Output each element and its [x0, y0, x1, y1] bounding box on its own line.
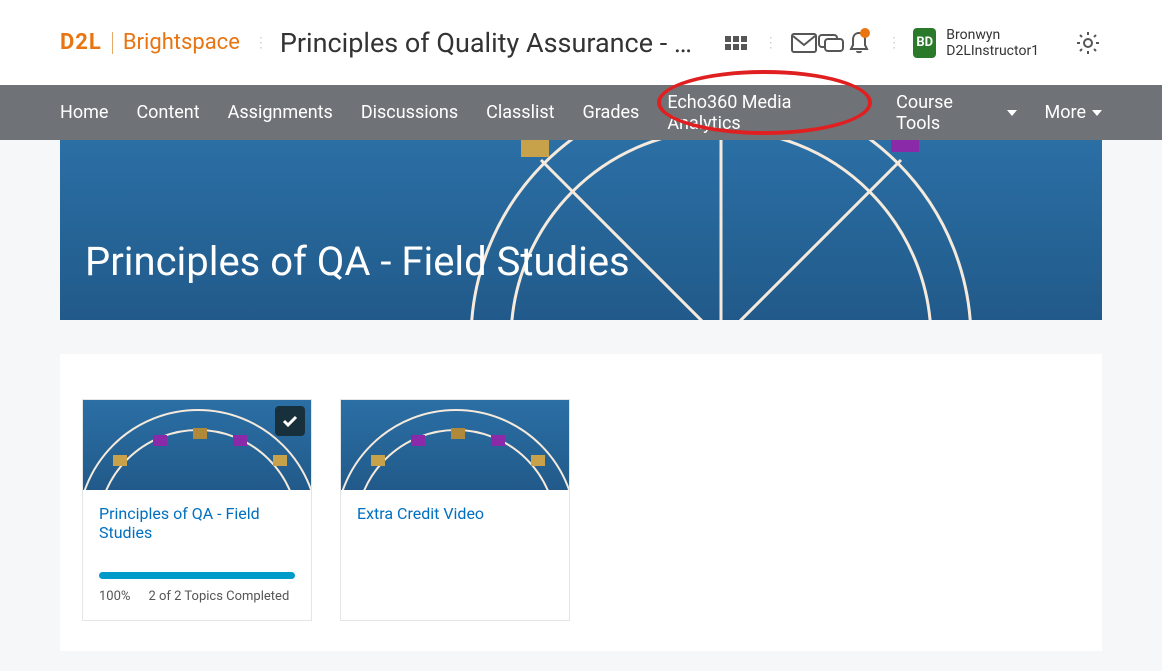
card-title-link[interactable]: Extra Credit Video	[357, 504, 553, 523]
separator-dots: ⋮	[887, 35, 899, 51]
progress-status: 2 of 2 Topics Completed	[148, 589, 289, 604]
d2l-wordmark: D2L	[60, 30, 102, 55]
chevron-down-icon	[1007, 110, 1017, 116]
nav-course-tools[interactable]: Course Tools	[896, 92, 1016, 134]
card-thumbnail	[83, 400, 311, 490]
notifications-icon[interactable]	[845, 25, 873, 61]
gear-icon[interactable]	[1074, 25, 1102, 61]
nav-label: Content	[136, 102, 199, 123]
progress-bar	[99, 572, 295, 579]
completed-badge	[275, 406, 305, 436]
nav-more[interactable]: More	[1045, 102, 1102, 123]
progress-percent: 100%	[99, 589, 130, 604]
brightspace-wordmark: Brightspace	[123, 30, 240, 55]
module-card[interactable]: Principles of QA - Field Studies 100% 2 …	[82, 399, 312, 621]
notification-badge	[860, 28, 870, 38]
avatar[interactable]: BD	[913, 28, 936, 58]
card-body: Extra Credit Video	[341, 490, 569, 620]
nav-label: Discussions	[361, 102, 458, 123]
brand-logo[interactable]: D2L Brightspace	[60, 30, 240, 55]
user-name[interactable]: Bronwyn D2LInstructor1	[946, 27, 1062, 59]
check-icon	[282, 415, 298, 427]
progress-fill	[99, 572, 295, 579]
separator-dots: ⋮	[764, 35, 776, 51]
course-navbar: Home Content Assignments Discussions Cla…	[0, 85, 1162, 140]
nav-label: Classlist	[486, 102, 554, 123]
banner-title: Principles of QA - Field Studies	[85, 238, 630, 285]
module-card[interactable]: Extra Credit Video	[340, 399, 570, 621]
top-bar: D2L Brightspace ⋮ Principles of Quality …	[0, 0, 1162, 85]
mail-icon[interactable]	[790, 25, 818, 61]
nav-echo360-media-analytics[interactable]: Echo360 Media Analytics	[667, 92, 868, 134]
chevron-down-icon	[1092, 110, 1102, 116]
card-title-link[interactable]: Principles of QA - Field Studies	[99, 504, 295, 542]
nav-label: Assignments	[228, 102, 333, 123]
nav-label: Course Tools	[896, 92, 1000, 134]
card-body: Principles of QA - Field Studies 100% 2 …	[83, 490, 311, 620]
nav-label: Grades	[583, 102, 640, 123]
nav-label: Echo360 Media Analytics	[667, 92, 868, 134]
brand-divider	[112, 32, 113, 54]
chat-icon[interactable]	[818, 25, 846, 61]
card-thumbnail	[341, 400, 569, 490]
nav-assignments[interactable]: Assignments	[228, 102, 333, 123]
nav-classlist[interactable]: Classlist	[486, 102, 554, 123]
nav-label: More	[1045, 102, 1086, 123]
apps-icon[interactable]	[722, 25, 750, 61]
course-banner: Principles of QA - Field Studies	[60, 140, 1102, 320]
content-panel: Principles of QA - Field Studies 100% 2 …	[60, 354, 1102, 651]
progress-section: 100% 2 of 2 Topics Completed	[99, 542, 295, 604]
nav-label: Home	[60, 102, 108, 123]
nav-grades[interactable]: Grades	[583, 102, 640, 123]
banner-decoration	[371, 140, 1071, 320]
nav-home[interactable]: Home	[60, 102, 108, 123]
nav-discussions[interactable]: Discussions	[361, 102, 458, 123]
thumbnail-decoration	[341, 400, 569, 490]
nav-content[interactable]: Content	[136, 102, 199, 123]
separator-dots: ⋮	[254, 35, 266, 51]
course-title[interactable]: Principles of Quality Assurance - …	[280, 27, 692, 59]
